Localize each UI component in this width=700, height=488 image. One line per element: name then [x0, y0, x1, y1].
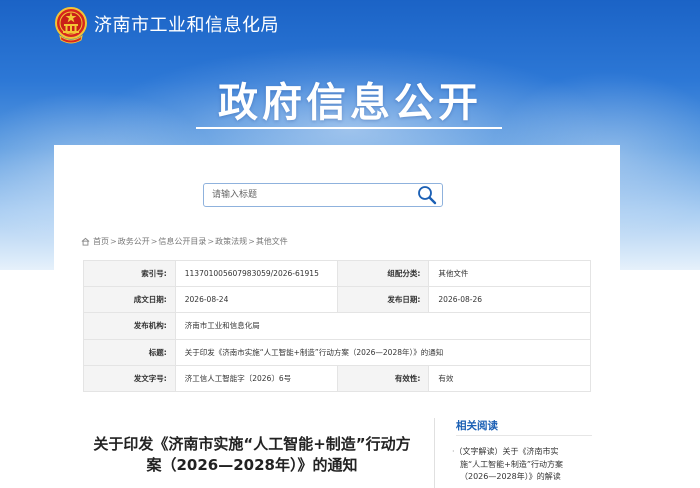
breadcrumb-other-docs[interactable]: 其他文件 — [256, 236, 288, 247]
related-link-text: （文字解读）关于《济南市实 — [458, 447, 559, 456]
related-link-line: （2026—2028年）》的解读 — [460, 472, 561, 481]
breadcrumb-policies[interactable]: 政策法规 — [215, 236, 247, 247]
issuer-label: 发布机构: — [83, 312, 176, 340]
breadcrumb-home[interactable]: 首页 — [93, 236, 109, 247]
search-box — [203, 183, 443, 207]
meta-row: 索引号: 113701005607983059/2026-61915 组配分类:… — [83, 259, 591, 288]
site-name[interactable]: 济南市工业和信息化局 — [94, 11, 279, 37]
index-value: 113701005607983059/2026-61915 — [174, 259, 338, 288]
related-reading-link[interactable]: · （文字解读）关于《济南市实 施“人工智能+制造”行动方案 （2026—2028… — [452, 446, 602, 484]
banner-title-underline — [196, 127, 502, 129]
published-date-value: 2026-08-26 — [428, 286, 591, 314]
document-meta-table: 索引号: 113701005607983059/2026-61915 组配分类:… — [83, 259, 592, 392]
title-label: 标题: — [83, 338, 176, 366]
issuer-value: 济南市工业和信息化局 — [174, 312, 592, 340]
breadcrumb-info-catalog[interactable]: 信息公开目录 — [158, 236, 206, 247]
published-date-label: 发布日期: — [336, 286, 430, 314]
category-value: 其他文件 — [428, 259, 591, 288]
breadcrumb-separator: > — [248, 237, 255, 246]
home-icon — [81, 237, 90, 246]
related-reading-heading: 相关阅读 — [456, 420, 498, 432]
breadcrumb-separator: > — [207, 237, 215, 246]
related-link-line: 施“人工智能+制造”行动方案 — [460, 459, 563, 469]
related-link-line: · （文字解读）关于《济南市实 — [452, 446, 602, 459]
index-label: 索引号: — [83, 259, 176, 288]
breadcrumb-separator: > — [110, 237, 117, 246]
created-date-value: 2026-08-24 — [174, 286, 338, 314]
doc-number-label: 发文字号: — [83, 364, 176, 392]
banner-title: 政府信息公开 — [218, 80, 482, 126]
meta-row: 发文字号: 济工信人工智能字〔2026〕6号 有效性: 有效 — [83, 364, 591, 392]
national-emblem-icon[interactable] — [54, 6, 88, 44]
validity-label: 有效性: — [336, 364, 430, 392]
created-date-label: 成文日期: — [83, 286, 176, 314]
breadcrumb-gov-affairs[interactable]: 政务公开 — [118, 236, 150, 247]
meta-row: 标题: 关于印发《济南市实施“人工智能+制造”行动方案（2026—2028年）》… — [83, 338, 592, 366]
breadcrumb-separator: > — [150, 237, 158, 246]
document-title: 关于印发《济南市实施“人工智能+制造”行动方 案（2026—2028年）》的通知 — [82, 434, 422, 476]
search-icon[interactable] — [416, 185, 438, 205]
category-label: 组配分类: — [336, 259, 430, 288]
document-title-line: 关于印发《济南市实施“人工智能+制造”行动方 — [93, 435, 411, 453]
validity-value: 有效 — [428, 364, 591, 392]
related-heading-underline — [456, 435, 592, 436]
bullet-icon: · — [452, 447, 455, 456]
doc-number-value: 济工信人工智能字〔2026〕6号 — [174, 364, 338, 392]
meta-row: 成文日期: 2026-08-24 发布日期: 2026-08-26 — [83, 286, 591, 314]
search-input[interactable] — [212, 187, 412, 203]
meta-row: 发布机构: 济南市工业和信息化局 — [83, 312, 592, 340]
breadcrumb: 首页 > 政务公开 > 信息公开目录 > 政策法规 > 其他文件 — [81, 236, 288, 247]
document-title-line: 案（2026—2028年）》的通知 — [146, 456, 358, 474]
title-value: 关于印发《济南市实施“人工智能+制造”行动方案（2026—2028年）》的通知 — [174, 338, 592, 366]
column-divider — [434, 418, 435, 488]
